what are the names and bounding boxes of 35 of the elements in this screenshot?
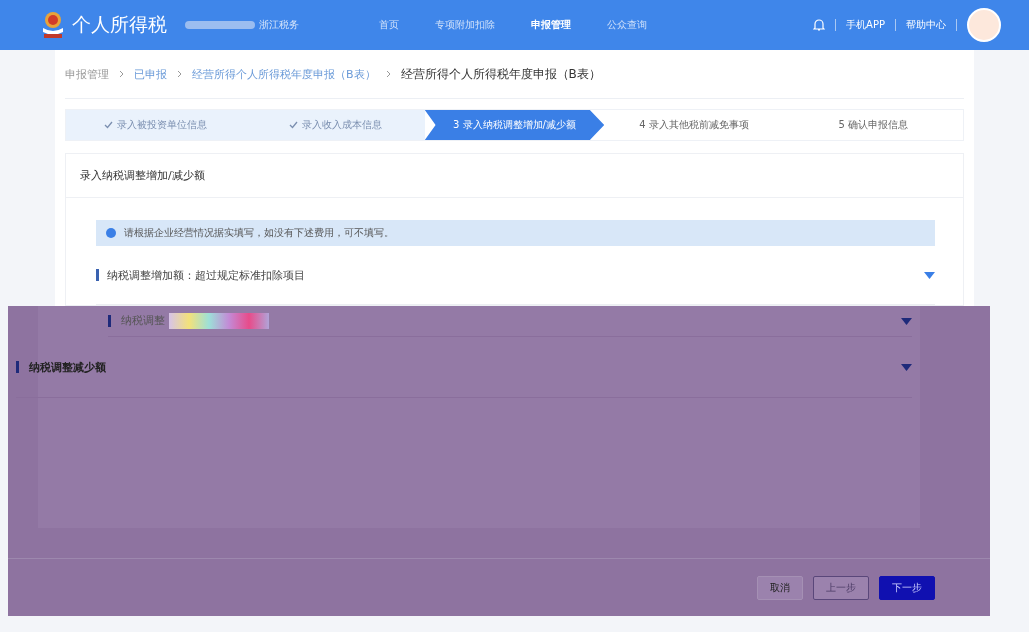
- caret-icon[interactable]: [924, 271, 935, 279]
- check-icon: [104, 121, 114, 129]
- chevron-icon: [385, 70, 391, 78]
- header-link[interactable]: 手机APP: [846, 18, 885, 32]
- section-title[interactable]: 纳税调整: [121, 313, 165, 329]
- redacted-name: [185, 21, 255, 29]
- chevron-icon: [119, 70, 124, 78]
- breadcrumb-current: 经营所得个人所得税年度申报（B表）: [400, 65, 601, 83]
- header-link[interactable]: 帮助中心: [906, 18, 946, 32]
- breadcrumb-link[interactable]: 已申报: [134, 66, 167, 82]
- emblem-icon: [40, 10, 66, 40]
- step-tab[interactable]: 录入收入成本信息: [245, 110, 425, 140]
- nav-link[interactable]: 首页: [379, 18, 399, 32]
- caret-icon[interactable]: [901, 363, 912, 371]
- breadcrumb-link[interactable]: 经营所得个人所得税年度申报（B表）: [192, 66, 376, 82]
- panel-title: 录入纳税调整增加/减少额: [66, 154, 963, 198]
- nav-link[interactable]: 公众查询: [607, 18, 647, 32]
- caret-icon[interactable]: [901, 317, 912, 325]
- footer-button[interactable]: 下一步: [879, 575, 935, 600]
- avatar[interactable]: [967, 8, 1001, 42]
- app-title: 个人所得税: [72, 12, 167, 37]
- step-tab[interactable]: 3 录入纳税调整增加/减少额: [424, 110, 605, 140]
- region-label: 浙江税务: [259, 18, 299, 32]
- nav-link[interactable]: 专项附加扣除: [435, 18, 495, 32]
- chevron-icon: [177, 70, 182, 78]
- step-tab[interactable]: 录入被投资单位信息: [66, 110, 246, 140]
- breadcrumb-link[interactable]: 申报管理: [65, 66, 109, 82]
- bell-icon[interactable]: [813, 18, 826, 32]
- section-title[interactable]: 纳税调整增加额：超过规定标准扣除项目: [107, 268, 305, 282]
- footer-button[interactable]: 取消: [757, 575, 803, 600]
- info-icon: [106, 228, 116, 238]
- notice-text: 请根据企业经营情况据实填写，如没有下述费用，可不填写。: [124, 226, 394, 240]
- section-title[interactable]: 纳税调整减少额: [29, 359, 106, 375]
- check-icon: [288, 121, 298, 129]
- nav-link[interactable]: 申报管理: [531, 18, 571, 32]
